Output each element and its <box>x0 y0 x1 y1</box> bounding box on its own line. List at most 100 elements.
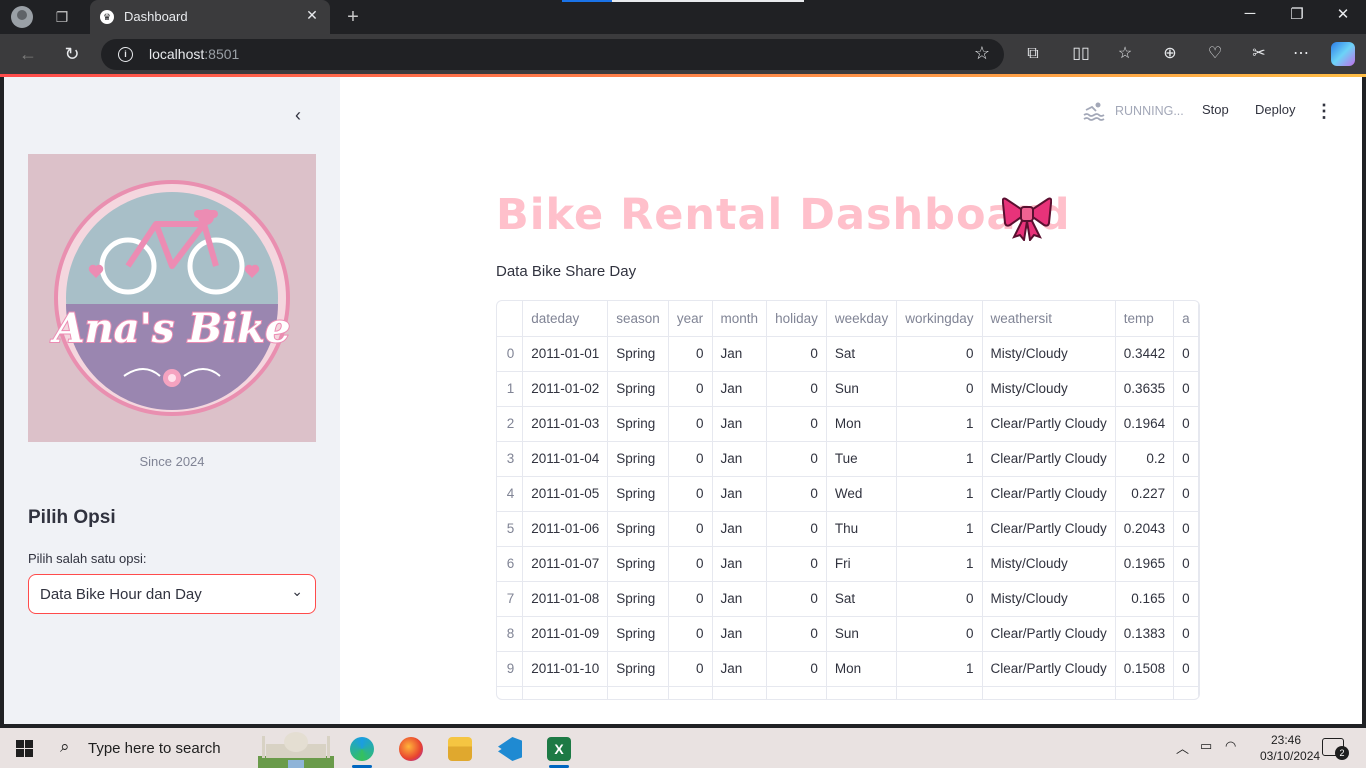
column-header[interactable]: weekday <box>826 301 898 337</box>
table-cell: Tue <box>826 441 898 477</box>
column-header[interactable]: dateday <box>522 301 609 337</box>
table-cell: 0 <box>668 476 713 512</box>
file-explorer-taskbar-button[interactable] <box>440 733 480 765</box>
table-cell: 0 <box>766 371 827 407</box>
column-header[interactable]: season <box>607 301 669 337</box>
table-cell: 0.3442 <box>1115 336 1175 372</box>
table-row[interactable]: 8 2011-01-09 Spring 0 Jan 0 Sun 0 Clear/Partly C… <box>497 616 1199 652</box>
url-bar[interactable]: i localhost:8501 ☆ <box>101 39 1004 70</box>
table-cell: Jan <box>712 651 768 687</box>
table-row[interactable]: 3 2011-01-04 Spring 0 Jan 0 Tue 1 Clear/Partly C… <box>497 441 1199 477</box>
performance-icon[interactable]: ♡ <box>1203 42 1227 66</box>
url-text[interactable]: localhost:8501 <box>149 46 239 62</box>
column-header[interactable]: year <box>668 301 713 337</box>
table-cell: 0 <box>1173 336 1199 372</box>
table-cell: Clear/Partly Cloudy <box>982 441 1116 477</box>
profile-icon[interactable] <box>11 6 33 28</box>
table-cell: 0 <box>668 651 713 687</box>
table-cell: 0.1965 <box>1115 546 1175 582</box>
table-cell: 1 <box>896 546 983 582</box>
table-cell: 0.1508 <box>1115 651 1175 687</box>
deploy-button[interactable]: Deploy <box>1255 102 1295 126</box>
column-header[interactable]: holiday <box>766 301 827 337</box>
screenshot-icon[interactable]: ✂ <box>1247 42 1271 66</box>
tab-dashboard[interactable]: ♛ Dashboard ✕ <box>90 0 330 34</box>
table-row[interactable]: 4 2011-01-05 Spring 0 Jan 0 Wed 1 Clear/Partly C… <box>497 476 1199 512</box>
minimize-icon[interactable]: ─ <box>1235 5 1265 22</box>
row-index: 6 <box>497 546 524 582</box>
column-header[interactable]: temp <box>1115 301 1175 337</box>
dataframe[interactable]: dateday season year month holiday weekda… <box>496 300 1200 700</box>
maximize-icon[interactable]: ❐ <box>1282 5 1312 23</box>
row-index <box>497 686 524 699</box>
kebab-menu-icon[interactable]: ⋮ <box>1312 99 1336 123</box>
stop-button[interactable]: Stop <box>1202 102 1229 126</box>
collections-icon[interactable]: ⊕ <box>1158 42 1182 66</box>
table-cell: Sat <box>826 336 898 372</box>
table-cell: Thu <box>826 511 898 547</box>
table-cell: Spring <box>607 616 669 652</box>
plus-icon[interactable]: + <box>342 6 364 28</box>
wifi-icon[interactable]: ◠ <box>1225 738 1236 754</box>
table-cell: 0 <box>668 441 713 477</box>
table-cell: 0 <box>668 371 713 407</box>
close-icon[interactable]: ✕ <box>302 7 322 24</box>
column-header[interactable]: month <box>712 301 768 337</box>
clock-time: 23:46 <box>1270 733 1302 747</box>
table-row[interactable] <box>497 686 1199 699</box>
edge-taskbar-button[interactable] <box>342 733 382 768</box>
column-header[interactable]: a <box>1173 301 1199 337</box>
extensions-icon[interactable]: ⧉ <box>1021 42 1045 66</box>
table-cell: 0 <box>1173 441 1199 477</box>
chevron-down-icon[interactable]: ⌄ <box>291 583 303 600</box>
split-screen-icon[interactable]: ▯▯ <box>1069 42 1093 66</box>
row-index: 7 <box>497 581 524 617</box>
workspaces-icon[interactable]: ❐ <box>51 6 73 28</box>
clock-date: 03/10/2024 <box>1260 749 1321 763</box>
page-title: Bike Rental Dashboard <box>496 190 1071 240</box>
table-row[interactable]: 7 2011-01-08 Spring 0 Jan 0 Sat 0 Misty/Cloudy 0.… <box>497 581 1199 617</box>
table-row[interactable]: 6 2011-01-07 Spring 0 Jan 0 Fri 1 Misty/Cloudy 0.… <box>497 546 1199 582</box>
table-cell: 0.3635 <box>1115 371 1175 407</box>
battery-icon[interactable]: ▭ <box>1200 738 1212 754</box>
table-cell <box>982 686 1116 699</box>
excel-icon: X <box>547 737 571 761</box>
table-row[interactable]: 1 2011-01-02 Spring 0 Jan 0 Sun 0 Misty/Cloudy 0.… <box>497 371 1199 407</box>
table-cell: Spring <box>607 441 669 477</box>
taskbar-search[interactable]: ⌕ Type here to search <box>48 728 338 768</box>
star-icon[interactable]: ☆ <box>974 43 990 64</box>
table-cell: 0 <box>1173 406 1199 442</box>
chevron-up-icon[interactable]: ︿ <box>1176 738 1189 757</box>
vscode-taskbar-button[interactable] <box>490 733 530 765</box>
table-cell <box>668 686 713 699</box>
windows-start-icon[interactable] <box>16 740 33 757</box>
taskbar-clock[interactable]: 23:46 03/10/2024 <box>1260 732 1321 764</box>
row-index: 8 <box>497 616 524 652</box>
browser-tab-bar: ❐ ♛ Dashboard ✕ + ─ ❐ ✕ <box>0 0 1366 34</box>
close-window-icon[interactable]: ✕ <box>1328 5 1358 23</box>
table-cell: 0 <box>1173 581 1199 617</box>
refresh-icon[interactable]: ↻ <box>60 42 84 66</box>
table-row[interactable]: 2 2011-01-03 Spring 0 Jan 0 Mon 1 Clear/Partly C… <box>497 406 1199 442</box>
column-header[interactable]: workingday <box>896 301 983 337</box>
excel-taskbar-button[interactable]: X <box>539 733 579 768</box>
chevron-left-icon[interactable]: ‹ <box>286 103 310 127</box>
table-row[interactable]: 0 2011-01-01 Spring 0 Jan 0 Sat 0 Misty/Cloudy 0.… <box>497 336 1199 372</box>
firefox-taskbar-button[interactable] <box>391 733 431 765</box>
table-cell: 0.2 <box>1115 441 1175 477</box>
notification-icon[interactable]: 2 <box>1322 738 1349 760</box>
table-cell: Jan <box>712 371 768 407</box>
favorites-icon[interactable]: ☆ <box>1113 42 1137 66</box>
table-row[interactable]: 9 2011-01-10 Spring 0 Jan 0 Mon 1 Clear/Partly C… <box>497 651 1199 687</box>
copilot-icon[interactable] <box>1331 42 1355 66</box>
option-select[interactable]: Data Bike Hour dan Day ⌄ <box>28 574 316 614</box>
info-icon[interactable]: i <box>118 47 133 62</box>
more-icon[interactable]: ⋯ <box>1289 42 1313 66</box>
back-icon[interactable]: ← <box>16 42 40 66</box>
table-row[interactable]: 5 2011-01-06 Spring 0 Jan 0 Thu 1 Clear/Partly C… <box>497 511 1199 547</box>
column-header[interactable]: weathersit <box>982 301 1116 337</box>
table-cell: Jan <box>712 406 768 442</box>
table-cell: Sat <box>826 581 898 617</box>
row-index: 0 <box>497 336 524 372</box>
table-cell: Misty/Cloudy <box>982 336 1116 372</box>
